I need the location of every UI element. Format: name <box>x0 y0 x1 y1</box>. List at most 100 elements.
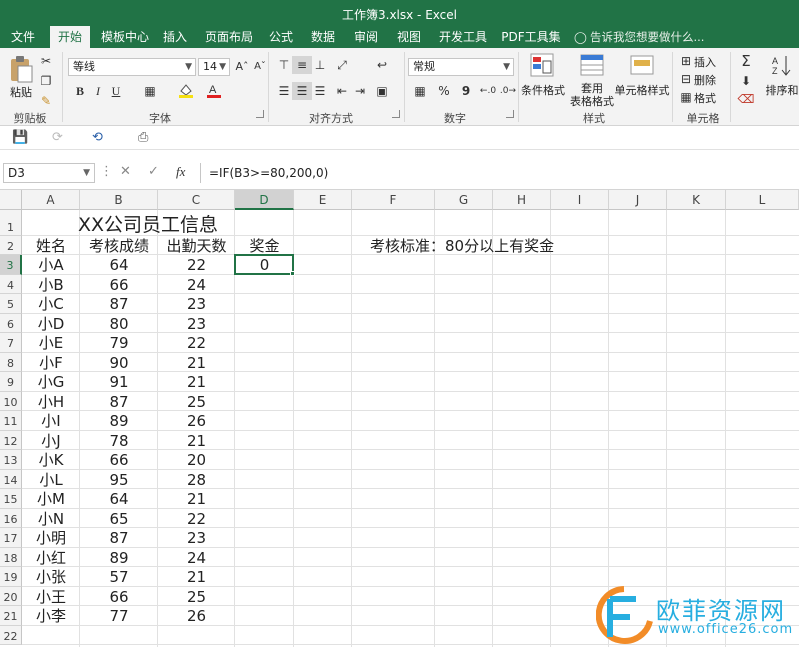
data-cell[interactable]: 小J <box>22 431 80 451</box>
tab-view[interactable]: 视图 <box>392 26 426 48</box>
column-header-l[interactable]: L <box>726 190 799 210</box>
data-cell[interactable]: 89 <box>80 411 158 431</box>
row-header-12[interactable]: 12 <box>0 430 22 450</box>
row-header-7[interactable]: 7 <box>0 333 22 353</box>
sort-filter-icon[interactable]: AZ <box>770 52 796 80</box>
print-preview-icon[interactable]: ⎙ <box>138 130 148 146</box>
data-cell[interactable]: 21 <box>158 431 235 451</box>
column-header-f[interactable]: F <box>352 190 435 210</box>
table-format-icon[interactable] <box>578 52 606 80</box>
data-cell[interactable]: 20 <box>158 450 235 470</box>
data-cell[interactable]: 64 <box>80 489 158 509</box>
data-cell[interactable]: 66 <box>80 450 158 470</box>
redo-icon[interactable]: ⟳ <box>52 130 63 146</box>
row-header-1[interactable]: 1 <box>0 210 22 236</box>
header-cell-c[interactable]: 出勤天数 <box>158 236 235 255</box>
data-cell[interactable]: 90 <box>80 353 158 373</box>
data-cell[interactable]: 26 <box>158 606 235 626</box>
data-cell[interactable]: 小E <box>22 333 80 353</box>
data-cell[interactable]: 小红 <box>22 548 80 568</box>
alignment-dialog-launcher-icon[interactable] <box>392 110 400 118</box>
data-cell[interactable]: 95 <box>80 470 158 490</box>
data-cell[interactable]: 65 <box>80 509 158 529</box>
data-cell[interactable]: 小张 <box>22 567 80 587</box>
data-cell[interactable]: 小F <box>22 353 80 373</box>
data-cell[interactable]: 89 <box>80 548 158 568</box>
tab-developer[interactable]: 开发工具 <box>434 26 492 48</box>
column-header-c[interactable]: C <box>158 190 235 210</box>
format-painter-icon[interactable]: ✎ <box>36 92 56 110</box>
row-header-11[interactable]: 11 <box>0 411 22 431</box>
column-header-k[interactable]: K <box>667 190 726 210</box>
data-cell[interactable]: 24 <box>158 548 235 568</box>
tab-formulas[interactable]: 公式 <box>264 26 298 48</box>
data-cell[interactable]: 小N <box>22 509 80 529</box>
column-header-e[interactable]: E <box>294 190 352 210</box>
row-header-21[interactable]: 21 <box>0 606 22 626</box>
fill-color-icon[interactable] <box>176 82 196 100</box>
row-header-6[interactable]: 6 <box>0 313 22 333</box>
cell-styles-icon[interactable] <box>628 52 656 80</box>
paste-icon[interactable] <box>8 54 34 84</box>
row-header-9[interactable]: 9 <box>0 372 22 392</box>
formula-input[interactable]: =IF(B3>=80,200,0) <box>200 163 799 183</box>
increase-decimal-icon[interactable]: ←.0 <box>478 82 498 100</box>
orientation-icon[interactable]: ⤢ <box>332 56 352 74</box>
enter-icon[interactable]: ✓ <box>148 164 159 179</box>
data-cell[interactable]: 23 <box>158 314 235 334</box>
decrease-indent-icon[interactable]: ⇤ <box>332 82 352 100</box>
data-cell[interactable]: 23 <box>158 528 235 548</box>
data-cell[interactable]: 64 <box>80 255 158 275</box>
data-cell[interactable]: 66 <box>80 587 158 607</box>
cell-styles-button[interactable]: 单元格样式 <box>612 82 672 98</box>
data-cell[interactable]: 22 <box>158 333 235 353</box>
data-cell[interactable]: 87 <box>80 392 158 412</box>
delete-cells-button[interactable]: 删除 <box>694 72 716 88</box>
data-cell[interactable]: 24 <box>158 275 235 295</box>
data-cell[interactable]: 小B <box>22 275 80 295</box>
format-cells-icon[interactable]: ▦ <box>676 88 696 106</box>
data-cell[interactable]: 87 <box>80 294 158 314</box>
data-cell[interactable]: 小M <box>22 489 80 509</box>
sort-filter-button[interactable]: 排序和 <box>762 82 799 98</box>
row-header-19[interactable]: 19 <box>0 567 22 587</box>
save-icon[interactable]: 💾 <box>12 130 28 146</box>
align-bottom-icon[interactable]: ⊥ <box>310 56 330 74</box>
data-cell[interactable]: 小D <box>22 314 80 334</box>
row-header-15[interactable]: 15 <box>0 489 22 509</box>
tell-me-box[interactable]: 告诉我您想要做什么... <box>590 26 704 48</box>
column-header-g[interactable]: G <box>435 190 493 210</box>
data-cell[interactable]: 22 <box>158 509 235 529</box>
data-cell[interactable]: 21 <box>158 567 235 587</box>
column-header-b[interactable]: B <box>80 190 158 210</box>
data-cell[interactable]: 21 <box>158 353 235 373</box>
select-all-corner[interactable] <box>0 190 22 210</box>
tab-insert[interactable]: 插入 <box>158 26 192 48</box>
column-header-i[interactable]: I <box>551 190 609 210</box>
tab-review[interactable]: 审阅 <box>349 26 383 48</box>
data-cell[interactable]: 23 <box>158 294 235 314</box>
paste-button[interactable]: 粘贴 <box>6 84 36 100</box>
data-cell[interactable]: 28 <box>158 470 235 490</box>
column-header-j[interactable]: J <box>609 190 667 210</box>
tab-page-layout[interactable]: 页面布局 <box>200 26 258 48</box>
data-cell[interactable]: 小L <box>22 470 80 490</box>
font-name-select[interactable]: 等线 ▼ <box>68 58 196 76</box>
row-header-4[interactable]: 4 <box>0 274 22 294</box>
name-box[interactable]: D3 ▼ <box>3 163 95 183</box>
cut-icon[interactable]: ✂ <box>36 52 56 70</box>
row-header-8[interactable]: 8 <box>0 352 22 372</box>
sheet-title-cell[interactable]: XX公司员工信息 <box>22 210 294 236</box>
italic-button[interactable]: I <box>88 82 108 100</box>
copy-icon[interactable]: ❐ <box>36 72 56 90</box>
column-header-a[interactable]: A <box>22 190 80 210</box>
row-header-13[interactable]: 13 <box>0 450 22 470</box>
undo-icon[interactable]: ⟲ <box>92 130 103 146</box>
data-cell[interactable]: 小王 <box>22 587 80 607</box>
merge-center-icon[interactable]: ▣ <box>372 82 392 100</box>
row-header-17[interactable]: 17 <box>0 528 22 548</box>
tab-data[interactable]: 数据 <box>306 26 340 48</box>
header-cell-d[interactable]: 奖金 <box>235 236 294 255</box>
conditional-format-button[interactable]: 条件格式 <box>518 82 568 98</box>
align-left-icon[interactable]: ☰ <box>274 82 294 100</box>
